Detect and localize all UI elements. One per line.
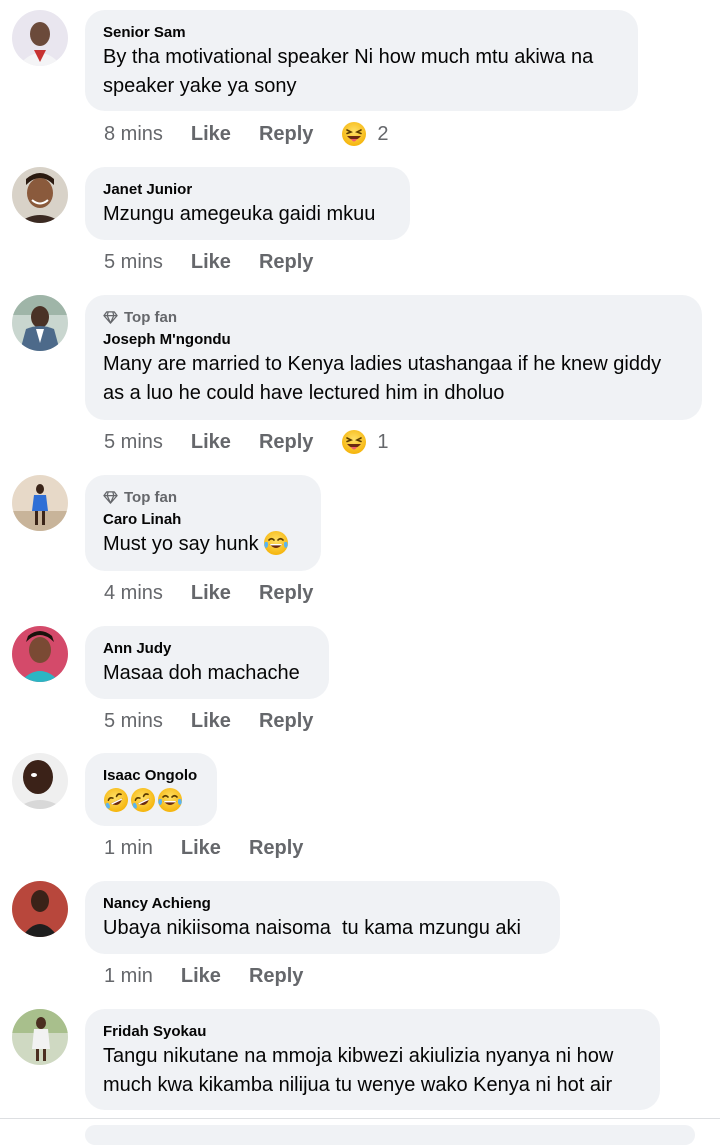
diamond-icon xyxy=(103,490,118,505)
comment-actions: 4 mins Like Reply xyxy=(104,579,313,607)
top-fan-label: Top fan xyxy=(124,308,178,326)
comment-text: Mzungu amegeuka gaidi mkuu xyxy=(103,203,376,225)
grinning-squint-tongue-emoji-icon xyxy=(341,121,367,147)
comment-actions: 5 mins Like Reply xyxy=(104,707,313,735)
comment-text: Must yo say hunk xyxy=(103,533,259,555)
like-button[interactable]: Like xyxy=(191,123,231,146)
comment-actions: 5 mins Like Reply xyxy=(104,248,313,276)
comment-author[interactable]: Caro Linah xyxy=(103,509,303,530)
comment-text: Tangu nikutane na mmoja kibwezi akiulizi… xyxy=(103,1045,614,1096)
reply-button[interactable]: Reply xyxy=(259,251,313,274)
comment-text-row: Must yo say hunk xyxy=(103,530,303,559)
top-fan-badge: Top fan xyxy=(103,307,684,327)
comment-bubble: Nancy Achieng Ubaya nikiisoma naisoma tu… xyxy=(85,881,560,954)
like-button[interactable]: Like xyxy=(181,965,221,988)
comment-bubble: Top fan Caro Linah Must yo say hunk xyxy=(85,475,321,571)
comment-actions: 1 min Like Reply xyxy=(104,834,303,862)
tears-of-joy-emoji-icon xyxy=(157,787,183,813)
like-button[interactable]: Like xyxy=(191,710,231,733)
comment-text: By tha motivational speaker Ni how much … xyxy=(103,46,594,97)
comment-author[interactable]: Senior Sam xyxy=(103,22,620,43)
comment-time: 1 min xyxy=(104,964,153,987)
comment-bubble: Fridah Syokau Tangu nikutane na mmoja ki… xyxy=(85,1009,660,1110)
reply-button[interactable]: Reply xyxy=(259,431,313,454)
comment-text: Masaa doh machache xyxy=(103,662,300,684)
top-fan-label: Top fan xyxy=(124,488,178,506)
reply-button[interactable]: Reply xyxy=(249,837,303,860)
comment-time: 5 mins xyxy=(104,430,163,453)
comment-actions: 1 min Like Reply xyxy=(104,962,303,990)
rolling-on-floor-laughing-emoji-icon xyxy=(103,787,129,813)
comment-text: Ubaya nikiisoma naisoma tu kama mzungu a… xyxy=(103,917,521,939)
comment-bubble: Senior Sam By tha motivational speaker N… xyxy=(85,10,638,111)
comment-author[interactable]: Nancy Achieng xyxy=(103,893,542,914)
comment-bubble: Ann Judy Masaa doh machache xyxy=(85,626,329,699)
reaction-summary[interactable]: 1 xyxy=(341,429,389,455)
comment-emojis xyxy=(103,786,199,814)
reaction-count: 2 xyxy=(377,122,389,145)
comment-author[interactable]: Joseph M'ngondu xyxy=(103,329,684,350)
reply-button[interactable]: Reply xyxy=(259,123,313,146)
reply-button[interactable]: Reply xyxy=(249,965,303,988)
avatar[interactable] xyxy=(12,295,68,351)
grinning-squint-tongue-emoji-icon xyxy=(341,429,367,455)
avatar[interactable] xyxy=(12,626,68,682)
like-button[interactable]: Like xyxy=(191,251,231,274)
comment-composer-bar xyxy=(0,1118,720,1145)
avatar[interactable] xyxy=(12,475,68,531)
comment-author[interactable]: Fridah Syokau xyxy=(103,1021,642,1042)
comment-bubble: Top fan Joseph M'ngondu Many are married… xyxy=(85,295,702,420)
avatar[interactable] xyxy=(12,753,68,809)
reaction-count: 1 xyxy=(377,430,389,453)
top-fan-badge: Top fan xyxy=(103,487,303,507)
tears-of-joy-emoji-icon xyxy=(263,530,289,556)
comment-bubble: Isaac Ongolo xyxy=(85,753,217,826)
rolling-on-floor-laughing-emoji-icon xyxy=(130,787,156,813)
reply-button[interactable]: Reply xyxy=(259,710,313,733)
reply-button[interactable]: Reply xyxy=(259,582,313,605)
comment-author[interactable]: Ann Judy xyxy=(103,638,311,659)
comment-time: 5 mins xyxy=(104,250,163,273)
diamond-icon xyxy=(103,310,118,325)
reaction-summary[interactable]: 2 xyxy=(341,121,389,147)
like-button[interactable]: Like xyxy=(181,837,221,860)
comment-actions: 5 mins Like Reply 1 xyxy=(104,428,389,456)
like-button[interactable]: Like xyxy=(191,582,231,605)
comment-input[interactable] xyxy=(85,1125,695,1145)
avatar[interactable] xyxy=(12,1009,68,1065)
like-button[interactable]: Like xyxy=(191,431,231,454)
comment-time: 8 mins xyxy=(104,122,163,145)
comment-time: 5 mins xyxy=(104,709,163,732)
comment-time: 4 mins xyxy=(104,581,163,604)
comment-actions: 8 mins Like Reply 2 xyxy=(104,120,389,148)
comment-text: Many are married to Kenya ladies utashan… xyxy=(103,353,662,404)
comment-author[interactable]: Janet Junior xyxy=(103,179,392,200)
comment-author[interactable]: Isaac Ongolo xyxy=(103,765,199,786)
avatar[interactable] xyxy=(12,881,68,937)
avatar[interactable] xyxy=(12,167,68,223)
avatar[interactable] xyxy=(12,10,68,66)
comment-bubble: Janet Junior Mzungu amegeuka gaidi mkuu xyxy=(85,167,410,240)
comment-time: 1 min xyxy=(104,836,153,859)
